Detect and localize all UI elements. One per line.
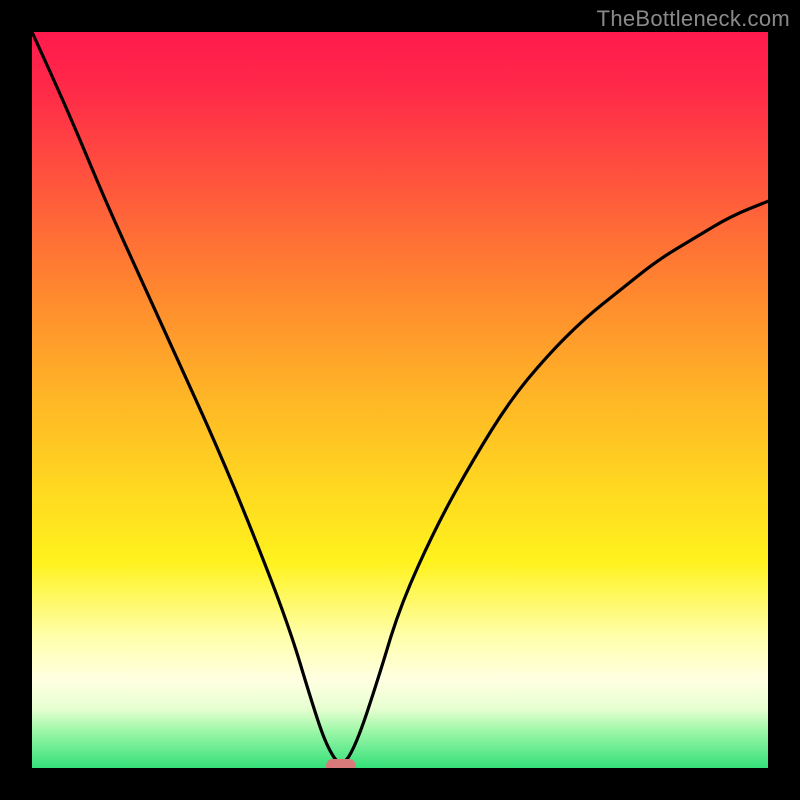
watermark-text: TheBottleneck.com <box>597 6 790 32</box>
notch-marker <box>326 759 356 768</box>
chart-frame <box>32 32 768 768</box>
chart-curve <box>32 32 768 768</box>
